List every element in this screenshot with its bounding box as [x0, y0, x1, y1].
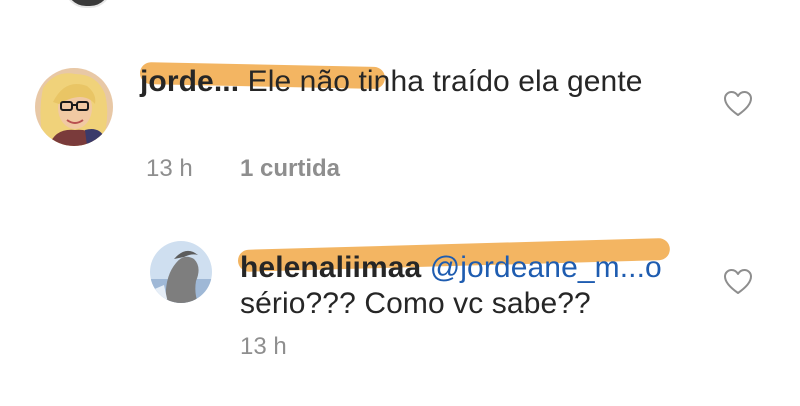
reply-body: helenaliimaa @jordeane_m...o sério??? Co… [240, 250, 710, 322]
comment-body: jorde... Ele não tinha traído ela gente [140, 64, 700, 100]
comment-text: Ele não tinha traído ela gente [239, 65, 643, 98]
avatar[interactable] [150, 241, 212, 303]
reply-mention[interactable]: @jordeane_m...o [430, 251, 662, 284]
avatar[interactable] [35, 68, 113, 146]
reply-username[interactable]: helenaliimaa [240, 251, 421, 284]
heart-icon[interactable] [724, 91, 752, 117]
comment-username[interactable]: jorde... [140, 65, 239, 98]
comment-likes-count[interactable]: 1 curtida [240, 155, 340, 183]
reply-timestamp: 13 h [240, 333, 287, 360]
heart-icon[interactable] [724, 269, 752, 295]
comment-timestamp: 13 h [146, 155, 193, 182]
reply-text: sério??? Como vc sabe?? [240, 287, 591, 320]
previous-comment-avatar[interactable] [64, 0, 112, 8]
